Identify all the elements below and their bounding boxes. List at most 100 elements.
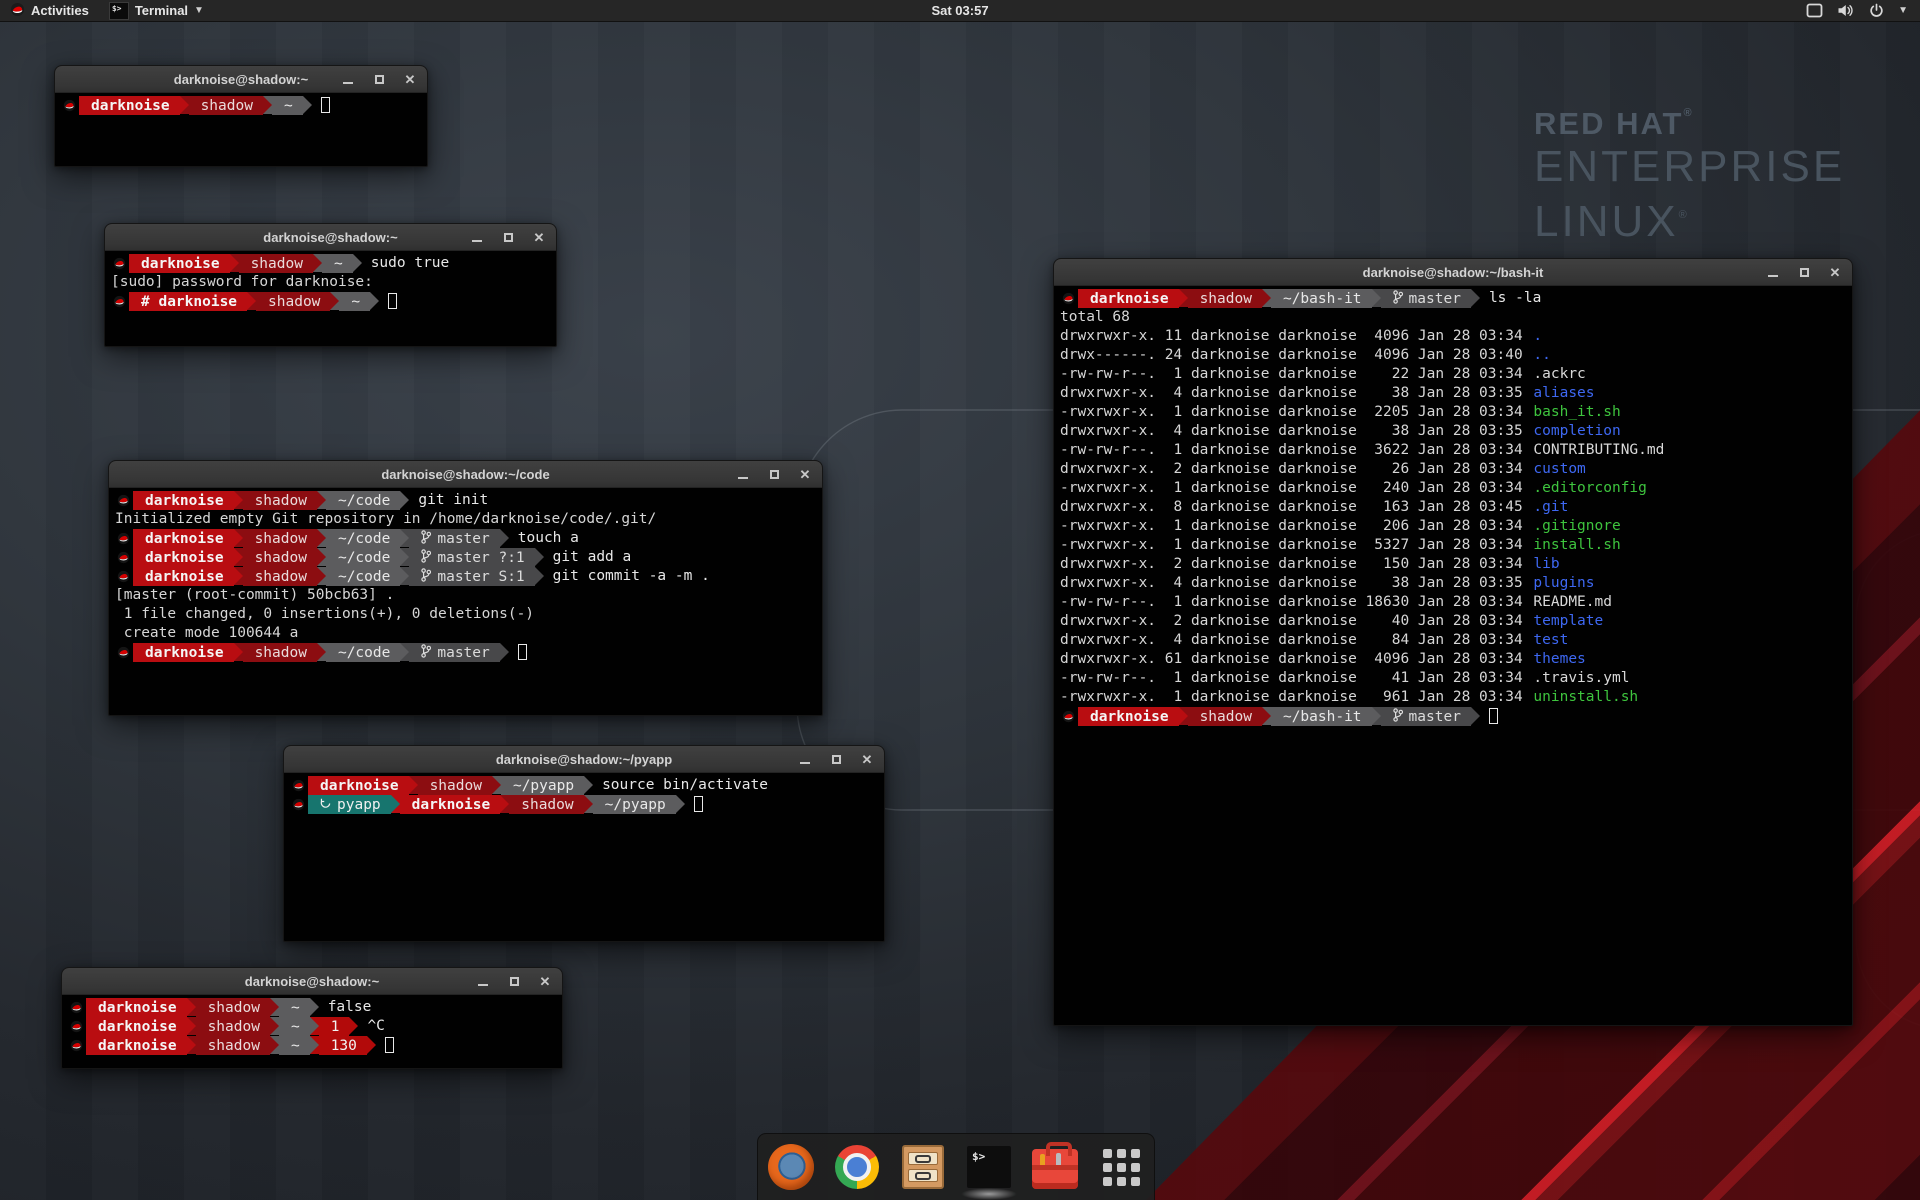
brand-line1: RED HAT	[1534, 106, 1683, 141]
close-button[interactable]: ✕	[860, 753, 874, 767]
terminal-line: darknoiseshadow~1^C	[66, 1017, 562, 1036]
close-button[interactable]: ✕	[538, 975, 552, 989]
terminal-window-home-small[interactable]: darknoise@shadow:~✕darknoiseshadow~	[54, 65, 428, 167]
segment-arrow	[310, 1017, 319, 1035]
terminal-window-code[interactable]: darknoise@shadow:~/code ✕ darknoiseshadow~…	[108, 460, 823, 716]
terminal-line: darknoiseshadow~/codemastertouch a	[113, 529, 822, 548]
segment-arrow	[400, 643, 409, 661]
close-button[interactable]: ✕	[798, 468, 812, 482]
prompt-segment-host: shadow	[239, 254, 313, 273]
terminal-window-pyapp[interactable]: darknoise@shadow:~/pyapp✕darknoiseshadow…	[283, 745, 885, 942]
terminal-window-sudo[interactable]: darknoise@shadow:~✕darknoiseshadow~sudo …	[104, 223, 557, 347]
segment-arrow	[500, 795, 509, 813]
command-text: git init	[418, 491, 488, 510]
app-menu-terminal[interactable]: $> Terminal ▼	[99, 0, 214, 22]
segment-arrow	[317, 491, 326, 509]
segment-arrow	[317, 548, 326, 566]
close-button[interactable]: ✕	[403, 73, 417, 87]
maximize-button[interactable]	[507, 975, 521, 989]
dock-item-files[interactable]	[899, 1143, 947, 1191]
terminal-icon: $>	[967, 1146, 1011, 1188]
segment-arrow	[234, 491, 243, 509]
terminal-line: darknoiseshadow~/bash-itmaster	[1058, 707, 1852, 726]
prompt-segment-git: master	[1381, 289, 1471, 308]
activities-button[interactable]: Activities	[0, 0, 99, 22]
prompt-segment-user: darknoise	[133, 567, 234, 586]
maximize-button[interactable]	[767, 468, 781, 482]
minimize-button[interactable]	[798, 753, 812, 767]
system-status-area[interactable]: ▼	[1806, 3, 1920, 18]
prompt-segment-user: darknoise	[133, 529, 234, 548]
prompt-segment-host: shadow	[243, 567, 317, 586]
redhat-prompt-icon	[59, 96, 79, 115]
window-title: darknoise@shadow:~	[245, 974, 379, 989]
prompt-segment-path: ~/bash-it	[1271, 707, 1372, 726]
segment-arrow	[187, 998, 196, 1016]
terminal-line: -rw-rw-r--. 1 darknoise darknoise 18630 …	[1058, 593, 1852, 612]
terminal-content[interactable]: darknoiseshadow~/codegit initInitialized…	[109, 488, 822, 715]
clock[interactable]: Sat 03:57	[931, 3, 988, 18]
dock-item-toolbox[interactable]	[1031, 1143, 1079, 1191]
file-name: .git	[1531, 498, 1568, 517]
terminal-content[interactable]: darknoiseshadow~sudo true[sudo] password…	[105, 251, 556, 346]
terminal-line: [sudo] password for darknoise:	[109, 273, 556, 292]
prompt-segment-path: ~	[272, 96, 303, 115]
terminal-line: -rwxrwxr-x. 1 darknoise darknoise 206 Ja…	[1058, 517, 1852, 536]
output-text: drwxrwxr-x. 4 darknoise darknoise 38 Jan…	[1058, 422, 1531, 441]
file-name: uninstall.sh	[1531, 688, 1638, 707]
git-branch-icon	[421, 644, 431, 662]
window-title: darknoise@shadow:~/code	[381, 467, 549, 482]
terminal-window-bash-it[interactable]: darknoise@shadow:~/bash-it✕ darknoiseshad…	[1053, 258, 1853, 1026]
maximize-button[interactable]	[829, 753, 843, 767]
prompt-segment-host: shadow	[243, 548, 317, 567]
prompt-segment-path: ~	[279, 1017, 310, 1036]
segment-arrow	[400, 529, 409, 547]
close-icon: ✕	[1830, 266, 1841, 279]
window-controls: ✕	[798, 746, 874, 773]
minimize-button[interactable]	[736, 468, 750, 482]
maximize-button[interactable]	[372, 73, 386, 87]
minimize-button[interactable]	[470, 231, 484, 245]
prompt-segment-host: shadow	[1188, 289, 1262, 308]
segment-arrow	[330, 292, 339, 310]
minimize-icon	[1768, 275, 1778, 277]
dock-item-terminal[interactable]: $>	[965, 1143, 1013, 1191]
window-titlebar[interactable]: darknoise@shadow:~✕	[105, 224, 556, 251]
dock-item-chrome[interactable]	[833, 1143, 881, 1191]
dock-item-firefox[interactable]	[767, 1143, 815, 1191]
terminal-content[interactable]: darknoiseshadow~falsedarknoiseshadow~1^C…	[62, 995, 562, 1068]
minimize-button[interactable]	[1766, 266, 1780, 280]
file-name: CONTRIBUTING.md	[1531, 441, 1664, 460]
terminal-content[interactable]: darknoiseshadow~/bash-itmasterls -latota…	[1054, 286, 1852, 1025]
window-titlebar[interactable]: darknoise@shadow:~/bash-it✕	[1054, 259, 1852, 286]
minimize-button[interactable]	[476, 975, 490, 989]
terminal-line: create mode 100644 a	[113, 624, 822, 643]
maximize-button[interactable]	[501, 231, 515, 245]
dock-item-appgrid[interactable]	[1097, 1143, 1145, 1191]
maximize-button[interactable]	[1797, 266, 1811, 280]
prompt-segment-path: ~/pyapp	[593, 795, 676, 814]
segment-arrow	[187, 1017, 196, 1035]
command-text: source bin/activate	[602, 776, 768, 795]
redhat-prompt-icon	[288, 776, 308, 795]
terminal-app-icon: $>	[109, 2, 129, 20]
terminal-content[interactable]: darknoiseshadow~	[55, 93, 427, 166]
window-controls: ✕	[470, 224, 546, 251]
terminal-window-exitcodes[interactable]: darknoise@shadow:~✕darknoiseshadow~false…	[61, 967, 563, 1069]
window-titlebar[interactable]: darknoise@shadow:~ ✕	[62, 968, 562, 995]
window-titlebar[interactable]: darknoise@shadow:~/pyapp✕	[284, 746, 884, 773]
close-button[interactable]: ✕	[532, 231, 546, 245]
window-titlebar[interactable]: darknoise@shadow:~✕	[55, 66, 427, 93]
close-button[interactable]: ✕	[1828, 266, 1842, 280]
minimize-button[interactable]	[341, 73, 355, 87]
window-titlebar[interactable]: darknoise@shadow:~/code ✕	[109, 461, 822, 488]
terminal-content[interactable]: darknoiseshadow~/pyappsource bin/activat…	[284, 773, 884, 941]
terminal-line: drwxrwxr-x. 11 darknoise darknoise 4096 …	[1058, 327, 1852, 346]
prompt-segment-host: shadow	[196, 1017, 270, 1036]
segment-arrow	[409, 776, 418, 794]
terminal-line: # darknoiseshadow~	[109, 292, 556, 311]
segment-arrow	[353, 254, 362, 272]
output-text: -rwxrwxr-x. 1 darknoise darknoise 961 Ja…	[1058, 688, 1531, 707]
prompt-segment-host: shadow	[196, 1036, 270, 1055]
prompt-segment-host: shadow	[243, 491, 317, 510]
